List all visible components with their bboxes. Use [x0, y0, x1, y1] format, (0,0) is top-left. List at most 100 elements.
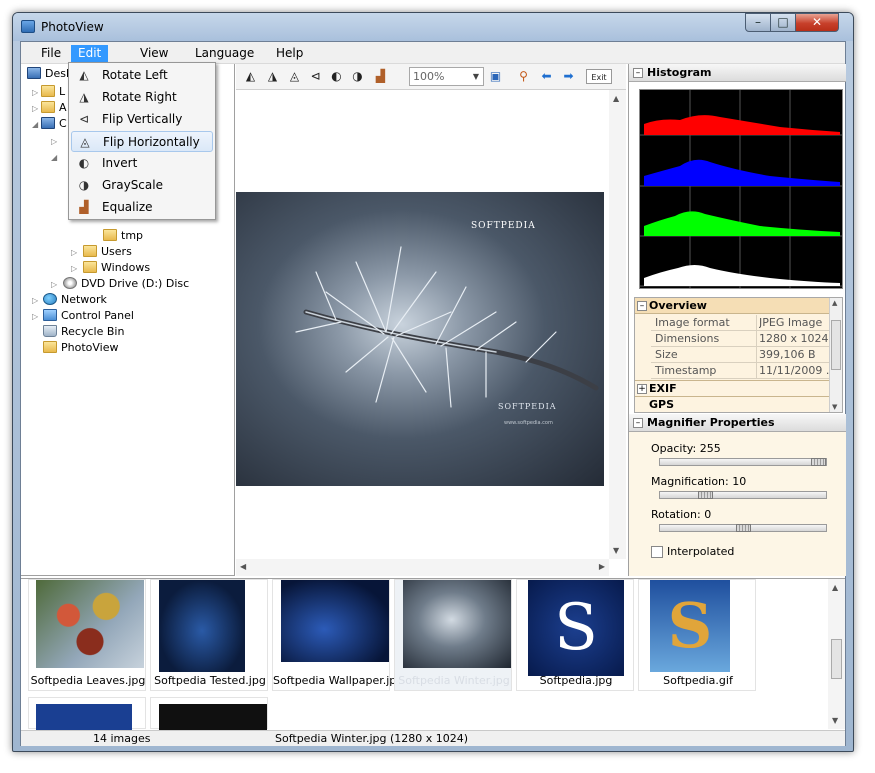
winter-image — [403, 580, 511, 668]
chevron-down-icon[interactable]: ▼ — [469, 68, 483, 85]
menu-item-flip-vertically[interactable]: ⊲ Flip Vertically — [71, 109, 213, 130]
scroll-thumb[interactable] — [831, 639, 842, 679]
menu-view[interactable]: View — [133, 45, 175, 62]
thumbnail-scrollbar[interactable]: ▲ ▼ — [828, 579, 845, 729]
image-viewer[interactable]: SOFTPEDIA SOFTPEDIA www.softpedia.com ▲ … — [236, 90, 626, 576]
thumbnail-caption: Softpedia Tested.jpg — [154, 674, 266, 687]
fit-window-icon[interactable]: ▣ — [487, 69, 504, 84]
thumbnail-row2-2[interactable] — [150, 697, 268, 730]
tree-item-network[interactable]: Network — [43, 292, 107, 308]
scroll-left-icon[interactable]: ◀ — [240, 562, 246, 571]
thumbnail-softpedia-jpg[interactable]: S Softpedia.jpg — [516, 579, 634, 691]
thumbnail-wallpaper[interactable]: Softpedia Wallpaper.jpg — [272, 579, 403, 691]
thumbnail-row2-1[interactable] — [28, 697, 146, 730]
menu-bar: File Edit View Language Help — [21, 42, 845, 64]
tree-item-control-panel[interactable]: Control Panel — [43, 308, 134, 324]
tree-item-libraries[interactable]: L — [41, 84, 65, 100]
menu-item-rotate-right[interactable]: ◮ Rotate Right — [71, 87, 213, 108]
folder-icon — [83, 245, 97, 257]
magnifier-icon[interactable]: ⚲ — [515, 69, 532, 84]
gps-section[interactable]: GPS — [635, 396, 830, 412]
thumbnail-leaves[interactable]: Softpedia Leaves.jpg — [28, 579, 146, 691]
exit-button[interactable]: Exit — [586, 69, 612, 84]
tree-item-computer[interactable]: C — [41, 116, 67, 132]
histogram-header[interactable]: – Histogram — [629, 64, 846, 82]
viewer-vertical-scrollbar[interactable]: ▲ ▼ — [609, 90, 626, 559]
tree-item-admin[interactable]: A — [41, 100, 67, 116]
thumbnail-caption: Softpedia Winter.jpg — [398, 674, 510, 687]
viewer-horizontal-scrollbar[interactable]: ◀ ▶ — [236, 559, 609, 576]
flip-horizontal-icon: ◬ — [80, 135, 90, 149]
collapse-icon[interactable]: ◢ — [32, 121, 40, 129]
menu-edit[interactable]: Edit — [71, 45, 109, 62]
expand-icon[interactable]: ▷ — [51, 138, 59, 146]
collapse-icon[interactable]: – — [633, 418, 643, 428]
magnifier-panel: – Magnifier Properties Opacity: 255 Magni… — [629, 414, 846, 576]
expand-icon[interactable]: ▷ — [32, 89, 40, 97]
maximize-button[interactable]: □ — [770, 13, 796, 32]
menu-file[interactable]: File — [34, 45, 68, 62]
tree-item-users[interactable]: Users — [83, 244, 132, 260]
expand-icon[interactable]: ▷ — [32, 297, 40, 305]
tree-item-photoview[interactable]: PhotoView — [43, 340, 118, 356]
menu-language[interactable]: Language — [188, 45, 261, 62]
scroll-down-icon[interactable]: ▼ — [832, 403, 837, 411]
scroll-up-icon[interactable]: ▲ — [832, 299, 837, 307]
menu-item-grayscale[interactable]: ◑ GrayScale — [71, 175, 213, 196]
overview-header[interactable]: – Overview — [635, 298, 830, 314]
minimize-button[interactable]: – — [745, 13, 771, 32]
tree-item-tmp[interactable]: tmp — [103, 228, 143, 244]
thumbnail-tested[interactable]: Softpedia Tested.jpg — [150, 579, 268, 691]
tree-item-windows[interactable]: Windows — [83, 260, 150, 276]
collapse-icon[interactable]: – — [637, 301, 647, 311]
close-button[interactable]: ✕ — [795, 13, 839, 32]
expand-icon[interactable]: + — [637, 384, 647, 394]
slider-thumb[interactable] — [811, 458, 826, 466]
slider-thumb[interactable] — [736, 524, 751, 532]
expand-icon[interactable]: ▷ — [32, 313, 40, 321]
interpolated-checkbox[interactable] — [651, 546, 663, 558]
expand-icon[interactable]: ▷ — [32, 105, 40, 113]
expand-icon[interactable]: ▷ — [51, 281, 59, 289]
equalize-icon[interactable]: ▟ — [372, 69, 389, 84]
title-bar[interactable]: PhotoView – □ ✕ — [13, 13, 853, 41]
tree-item-desktop[interactable]: Desk — [27, 66, 72, 82]
flip-vertical-icon[interactable]: ⊲ — [307, 69, 324, 84]
tree-item-recycle-bin[interactable]: Recycle Bin — [43, 324, 124, 340]
collapse-icon[interactable]: – — [633, 68, 643, 78]
next-arrow-icon[interactable]: ➡ — [560, 69, 577, 84]
menu-item-rotate-left[interactable]: ◭ Rotate Left — [71, 65, 213, 86]
menu-item-flip-horizontally[interactable]: ◬ Flip Horizontally — [71, 131, 213, 152]
thumbnail-winter[interactable]: Softpedia Winter.jpg — [394, 579, 512, 691]
scroll-up-icon[interactable]: ▲ — [613, 94, 619, 103]
magnification-slider[interactable] — [659, 491, 827, 499]
rotate-right-icon[interactable]: ◮ — [264, 69, 281, 84]
invert-icon[interactable]: ◐ — [328, 69, 345, 84]
magnifier-header[interactable]: – Magnifier Properties — [629, 414, 846, 432]
slider-thumb[interactable] — [698, 491, 713, 499]
rotate-left-icon[interactable]: ◭ — [242, 69, 259, 84]
tree-item-dvd-drive[interactable]: DVD Drive (D:) Disc — [63, 276, 189, 292]
exif-section[interactable]: + EXIF — [635, 380, 830, 396]
scroll-right-icon[interactable]: ▶ — [599, 562, 605, 571]
rotation-slider[interactable] — [659, 524, 827, 532]
expand-icon[interactable]: ▷ — [71, 249, 79, 257]
frost-branch-image: SOFTPEDIA SOFTPEDIA www.softpedia.com — [295, 221, 599, 426]
menu-item-invert[interactable]: ◐ Invert — [71, 153, 213, 174]
scroll-down-icon[interactable]: ▼ — [832, 716, 838, 725]
opacity-slider[interactable] — [659, 458, 827, 466]
zoom-combobox[interactable]: 100% ▼ — [409, 67, 484, 86]
collapse-icon[interactable]: ◢ — [51, 154, 59, 162]
thumbnail-softpedia-gif[interactable]: S Softpedia.gif — [638, 579, 756, 691]
overview-scrollbar[interactable]: ▲ ▼ — [829, 298, 842, 412]
scroll-up-icon[interactable]: ▲ — [832, 583, 838, 592]
scroll-down-icon[interactable]: ▼ — [613, 546, 619, 555]
menu-help[interactable]: Help — [269, 45, 310, 62]
menu-item-equalize[interactable]: ▟ Equalize — [71, 197, 213, 218]
expand-icon[interactable]: ▷ — [71, 265, 79, 273]
flip-horizontal-icon[interactable]: ◬ — [286, 69, 303, 84]
scroll-thumb[interactable] — [831, 320, 841, 370]
previous-arrow-icon[interactable]: ⬅ — [538, 69, 555, 84]
grayscale-icon[interactable]: ◑ — [349, 69, 366, 84]
thumbnail-strip[interactable]: Softpedia Leaves.jpg Softpedia Tested.jp… — [21, 578, 845, 730]
